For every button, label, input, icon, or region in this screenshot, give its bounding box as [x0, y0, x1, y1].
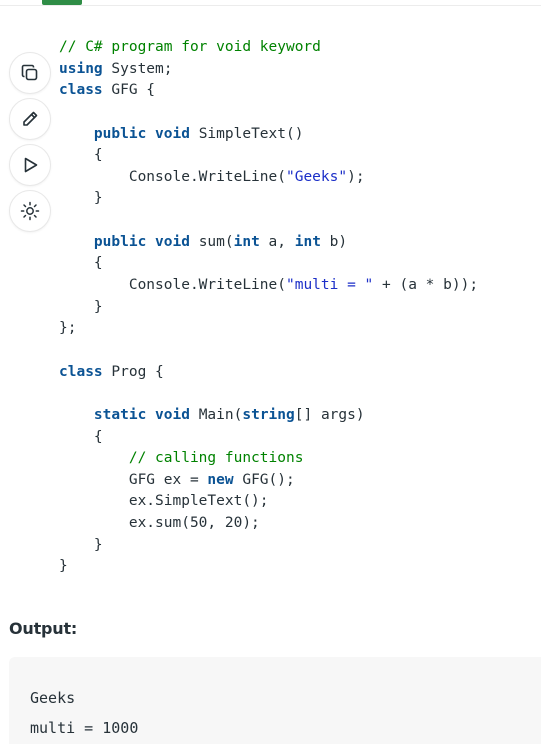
- code-token: + (a * b));: [373, 277, 479, 294]
- code-keyword: public: [93, 233, 147, 250]
- code-string: "multi = ": [285, 277, 374, 294]
- output-text: Geeks multi = 1000: [30, 689, 139, 737]
- code-line: {: [59, 253, 478, 275]
- play-icon: [20, 155, 40, 175]
- edit-code-button[interactable]: [9, 98, 51, 140]
- code-token: sum(: [189, 233, 234, 250]
- code-keyword: class: [59, 82, 103, 99]
- code-keyword: int: [294, 233, 321, 250]
- code-token: {: [59, 428, 103, 445]
- code-keyword: using: [59, 60, 103, 77]
- code-token: {: [59, 147, 103, 164]
- code-keyword: string: [242, 406, 295, 423]
- code-line: {: [59, 427, 478, 449]
- code-line: public void sum(int a, int b): [59, 232, 478, 254]
- code-token: };: [59, 320, 77, 337]
- code-token: SimpleText(): [189, 125, 304, 142]
- code-token: {: [59, 255, 103, 272]
- code-token: GFG ex =: [59, 471, 208, 488]
- code-line: };: [59, 318, 478, 340]
- code-line: using System;: [59, 59, 478, 81]
- code-line: // calling functions: [59, 448, 478, 470]
- output-panel: Geeks multi = 1000: [9, 657, 541, 744]
- code-token: );: [347, 168, 365, 185]
- copy-code-button[interactable]: [9, 52, 51, 94]
- code-line: class Prog {: [59, 362, 478, 384]
- code-keyword: class: [59, 363, 103, 380]
- code-keyword: static: [93, 406, 147, 423]
- code-line: static void Main(string[] args): [59, 405, 478, 427]
- code-token: Console.WriteLine(: [59, 277, 286, 294]
- toggle-theme-button[interactable]: [9, 190, 51, 232]
- code-keyword: void: [155, 125, 190, 142]
- code-keyword: new: [207, 471, 234, 488]
- code-token: }: [59, 558, 68, 575]
- code-line: class GFG {: [59, 80, 478, 102]
- code-token: Console.WriteLine(: [59, 168, 286, 185]
- code-line: // C# program for void keyword: [59, 37, 478, 59]
- code-token: a,: [259, 233, 295, 250]
- code-content: // C# program for void keyword using Syst…: [59, 37, 478, 578]
- code-keyword: void: [155, 406, 190, 423]
- code-token: b): [320, 233, 348, 250]
- code-line: Console.WriteLine("Geeks");: [59, 167, 478, 189]
- code-line: }: [59, 556, 478, 578]
- code-keyword: public: [93, 125, 147, 142]
- code-line: public void SimpleText(): [59, 124, 478, 146]
- run-code-button[interactable]: [9, 144, 51, 186]
- code-line: {: [59, 145, 478, 167]
- code-string: "Geeks": [285, 168, 348, 185]
- code-line: GFG ex = new GFG();: [59, 470, 478, 492]
- code-token: GFG();: [233, 471, 295, 488]
- copy-icon: [20, 63, 40, 83]
- pencil-icon: [20, 109, 40, 129]
- code-line: }: [59, 535, 478, 557]
- sun-icon: [19, 200, 41, 222]
- code-token: }: [59, 190, 103, 207]
- code-comment: // C# program for void keyword: [59, 39, 321, 55]
- code-token: ex.sum(50, 20);: [59, 515, 260, 532]
- code-token: Main(: [189, 406, 243, 423]
- code-token: GFG {: [102, 82, 156, 99]
- code-token: }: [59, 536, 103, 553]
- code-toolbar: [9, 52, 51, 232]
- code-token: System;: [102, 60, 173, 77]
- code-comment: // calling functions: [128, 450, 304, 467]
- output-heading: Output:: [9, 619, 78, 638]
- code-line: ex.SimpleText();: [59, 491, 478, 513]
- code-line: }: [59, 188, 478, 210]
- code-keyword: int: [233, 233, 260, 250]
- code-line: }: [59, 297, 478, 319]
- code-token: [] args): [294, 406, 365, 423]
- code-line: Console.WriteLine("multi = " + (a * b));: [59, 275, 478, 297]
- code-token: ex.SimpleText();: [59, 493, 269, 510]
- code-keyword: void: [155, 233, 190, 250]
- top-divider: [0, 5, 541, 6]
- code-line: ex.sum(50, 20);: [59, 513, 478, 535]
- code-token: }: [59, 298, 103, 315]
- code-token: Prog {: [102, 363, 164, 380]
